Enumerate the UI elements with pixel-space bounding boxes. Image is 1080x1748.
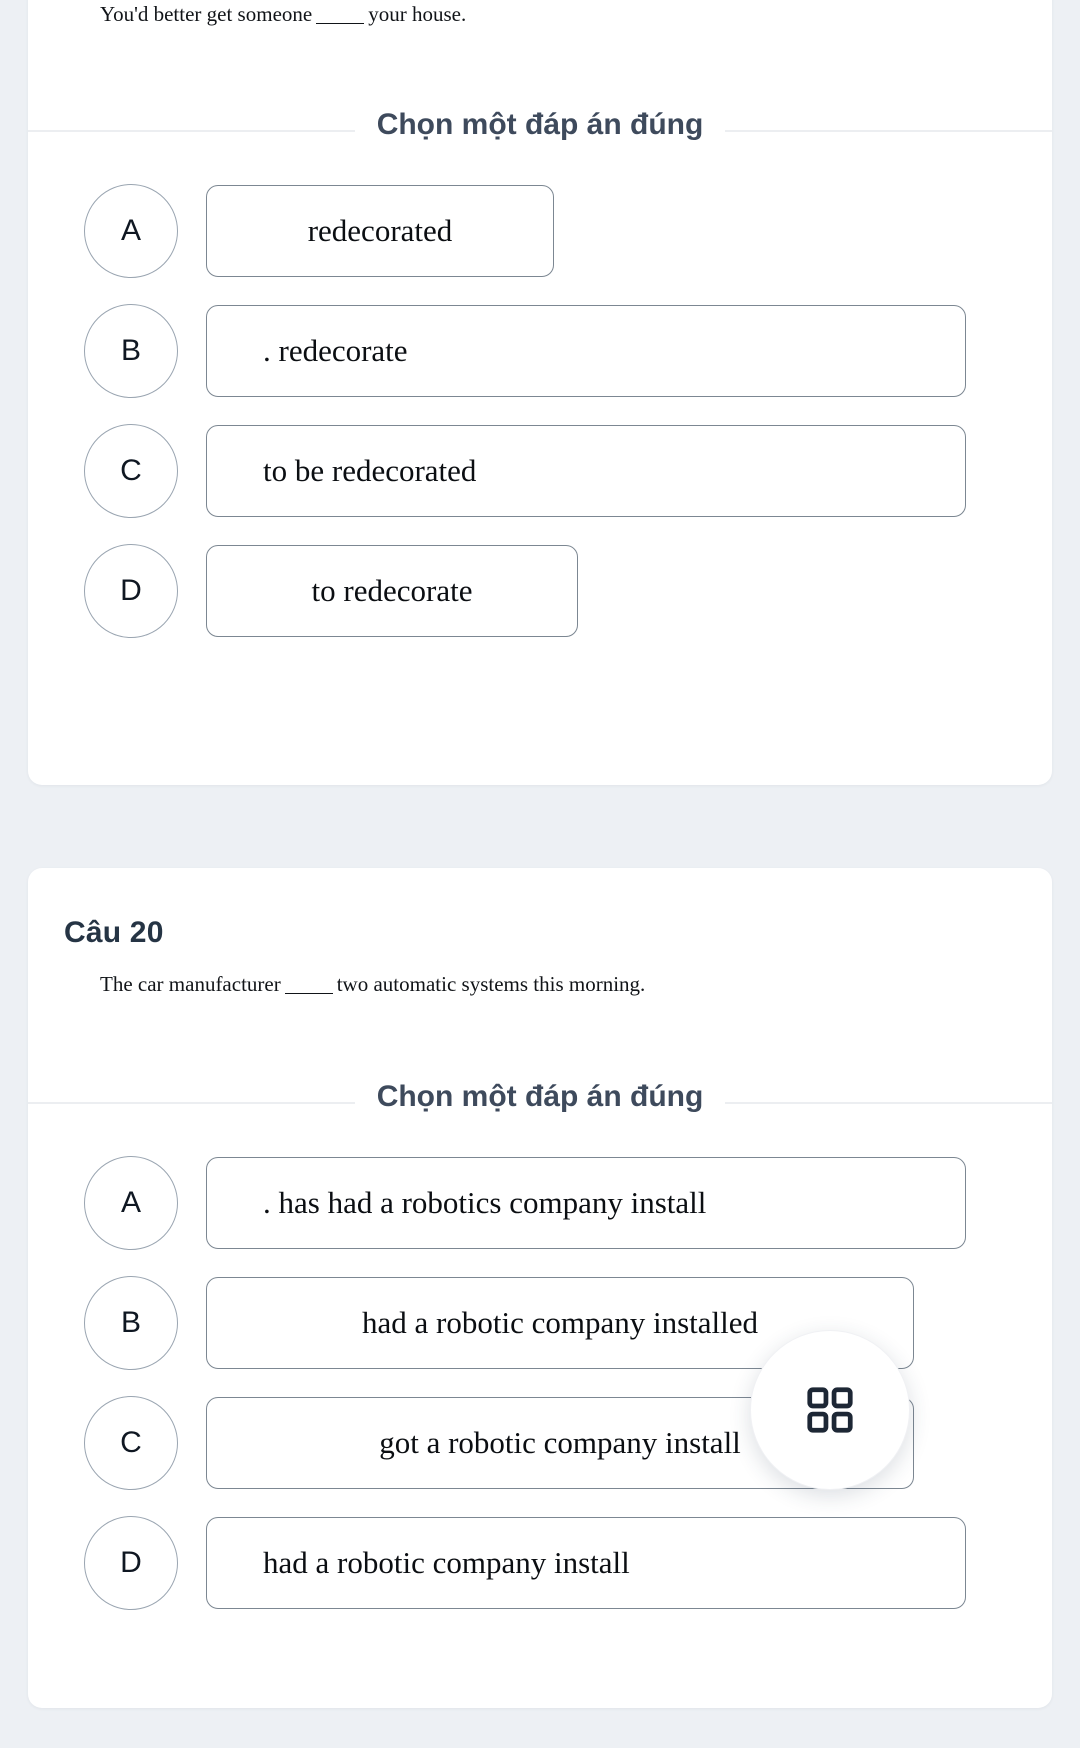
option-box-a[interactable]: redecorated [206,185,554,278]
stem-text-before: You'd better get someone [100,2,313,26]
option-row-b[interactable]: B . redecorate [56,304,1024,399]
divider-left [28,1102,355,1105]
option-box-b[interactable]: . redecorate [206,305,966,398]
option-letter-d[interactable]: D [84,1516,178,1611]
exercise-page: You'd better get someone your house. Chọn… [0,0,1080,1748]
option-letter-a[interactable]: A [84,1156,178,1251]
option-text-d: had a robotic company install [263,1545,630,1581]
option-letter-c[interactable]: C [84,424,178,519]
option-text-b: had a robotic company installed [362,1305,758,1341]
options-list-19: A redecorated B . redecorate C to be red… [28,184,1052,639]
option-text-c: got a robotic company install [379,1425,741,1461]
question-stem-19: You'd better get someone your house. [28,0,1052,28]
divider-left [28,130,355,133]
option-row-c[interactable]: C to be redecorated [56,424,1024,519]
option-text-a: redecorated [307,213,453,249]
option-box-a[interactable]: . has had a robotics company install [206,1157,966,1250]
choose-one-label: Chọn một đáp án đúng [376,108,704,142]
option-text-b: . redecorate [263,333,408,369]
option-box-d[interactable]: to redecorate [206,545,578,638]
option-box-c[interactable]: to be redecorated [206,425,966,518]
option-text-d: to redecorate [311,573,473,609]
answer-blank [284,993,333,994]
option-letter-b[interactable]: B [84,1276,178,1371]
option-letter-a[interactable]: A [84,184,178,279]
option-text-c: to be redecorated [263,453,477,489]
grid-2x2-icon [803,1383,857,1437]
option-letter-b[interactable]: B [84,304,178,399]
option-row-d[interactable]: D had a robotic company install [56,1516,1024,1611]
question-number-20: Câu 20 [64,916,164,949]
choose-one-divider-20: Chọn một đáp án đúng [28,1080,1052,1120]
question-stem-20: The car manufacturer two automatic system… [28,970,1052,998]
divider-right [725,130,1052,133]
choose-one-divider-19: Chọn một đáp án đúng [28,108,1052,148]
option-box-d[interactable]: had a robotic company install [206,1517,966,1610]
divider-right [725,1102,1052,1105]
option-row-a[interactable]: A redecorated [56,184,1024,279]
question-card-19: You'd better get someone your house. Chọn… [28,0,1052,785]
answer-blank [316,23,365,24]
stem-text-before: The car manufacturer [100,972,281,996]
option-row-a[interactable]: A . has had a robotics company install [56,1156,1024,1251]
option-text-a: . has had a robotics company install [263,1185,707,1221]
option-letter-c[interactable]: C [84,1396,178,1491]
stem-text-after: your house. [368,2,467,26]
question-navigator-fab[interactable] [750,1330,910,1490]
stem-text-after: two automatic systems this morning. [336,972,646,996]
question-card-20: Câu 20 The car manufacturer two automatic… [28,868,1052,1708]
option-row-d[interactable]: D to redecorate [56,544,1024,639]
option-letter-d[interactable]: D [84,544,178,639]
choose-one-label: Chọn một đáp án đúng [376,1080,704,1114]
